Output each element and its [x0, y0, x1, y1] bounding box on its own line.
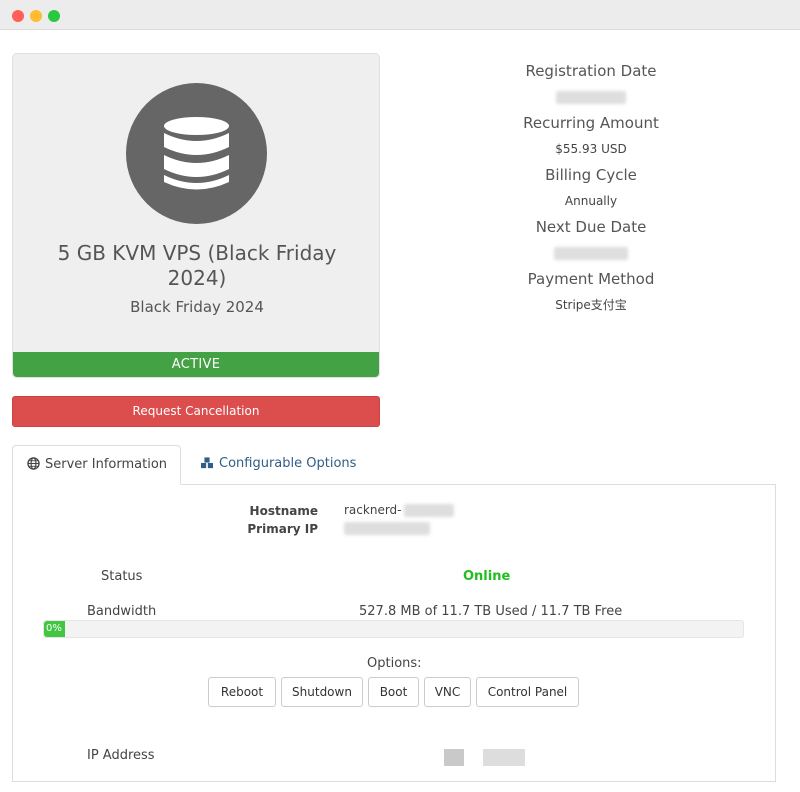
boot-button[interactable]: Boot — [368, 677, 419, 707]
reboot-button[interactable]: Reboot — [208, 677, 276, 707]
tab-server-information-label: Server Information — [45, 457, 168, 472]
options-label: Options: — [367, 656, 422, 671]
tab-server-information[interactable]: Server Information — [12, 445, 181, 485]
server-status-value: Online — [463, 569, 511, 584]
close-window-button[interactable] — [12, 10, 24, 22]
payment-method-value: Stripe支付宝 — [555, 298, 627, 312]
server-information-panel: Hostname racknerd- Primary IP Status Onl… — [12, 484, 776, 782]
billing-cycle-label: Billing Cycle — [545, 166, 637, 184]
bandwidth-percent: 0% — [46, 623, 62, 634]
product-name: 5 GB KVM VPS (Black Friday 2024) — [57, 241, 337, 290]
next-due-date-value — [450, 239, 732, 268]
vnc-button[interactable]: VNC — [424, 677, 471, 707]
next-due-date-label: Next Due Date — [535, 218, 647, 236]
bandwidth-progress-bar: 0% — [43, 620, 744, 638]
cubes-icon — [201, 457, 213, 469]
registration-date-value — [450, 83, 732, 112]
bandwidth-label: Bandwidth — [87, 604, 157, 619]
maximize-window-button[interactable] — [48, 10, 60, 22]
ip-address-label: IP Address — [87, 748, 155, 763]
primary-ip-value — [344, 521, 430, 535]
request-cancellation-button[interactable]: Request Cancellation — [12, 396, 380, 427]
globe-icon — [27, 457, 40, 470]
control-panel-button[interactable]: Control Panel — [476, 677, 579, 707]
hostname-label: Hostname — [249, 504, 318, 518]
hostname-value: racknerd- — [344, 503, 454, 517]
status-label: Status — [101, 569, 143, 584]
ip-address-redacted-1 — [444, 749, 464, 766]
recurring-amount-value: $55.93 USD — [555, 142, 627, 156]
product-card: 5 GB KVM VPS (Black Friday 2024) Black F… — [12, 53, 380, 378]
billing-summary: Registration Date Recurring Amount $55.9… — [450, 60, 732, 320]
database-icon — [126, 83, 267, 224]
recurring-amount-label: Recurring Amount — [523, 114, 659, 132]
billing-cycle-value: Annually — [564, 194, 618, 208]
product-group: Black Friday 2024 — [130, 298, 264, 316]
tab-configurable-options-label: Configurable Options — [219, 456, 357, 471]
status-badge: ACTIVE — [13, 352, 379, 377]
registration-date-label: Registration Date — [525, 62, 657, 80]
bandwidth-usage: 527.8 MB of 11.7 TB Used / 11.7 TB Free — [359, 604, 623, 619]
tab-configurable-options[interactable]: Configurable Options — [186, 445, 386, 485]
ip-address-redacted-2 — [483, 749, 525, 766]
minimize-window-button[interactable] — [30, 10, 42, 22]
shutdown-button[interactable]: Shutdown — [281, 677, 363, 707]
window-titlebar — [0, 0, 800, 30]
primary-ip-label: Primary IP — [247, 522, 318, 536]
payment-method-label: Payment Method — [527, 270, 655, 288]
